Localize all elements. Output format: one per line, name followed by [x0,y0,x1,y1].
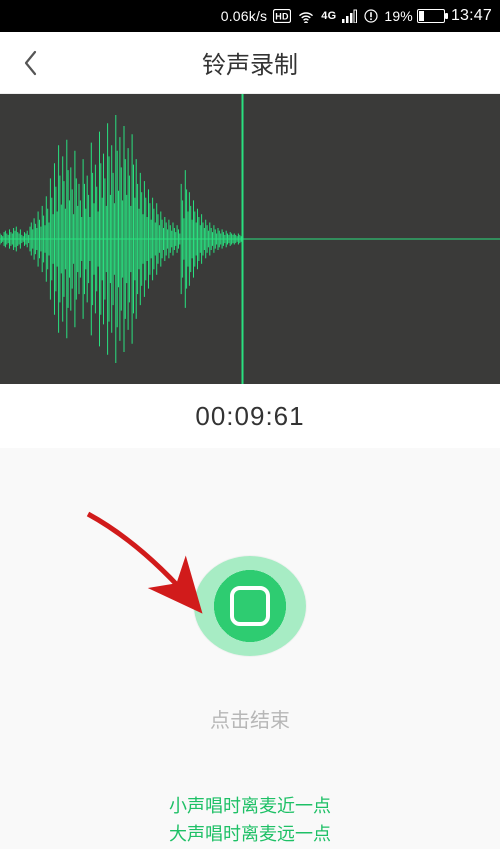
status-clock: 13:47 [451,7,492,25]
battery-indicator: 19% [384,8,445,24]
record-hint: 点击结束 [210,704,290,733]
network-4g-icon: 4G [321,10,336,22]
waveform-graphic [0,94,500,384]
recording-tips: 小声唱时离麦近一点 大声唱时离麦远一点 [169,793,331,849]
signal-icon [342,9,358,23]
stop-icon [230,586,270,626]
battery-percent: 19% [384,8,413,24]
chevron-left-icon [22,49,38,77]
hd-icon: HD [273,9,291,23]
app-bar: 铃声录制 [0,32,500,94]
stop-record-button[interactable] [194,556,306,656]
tip-line-2: 大声唱时离麦远一点 [169,821,331,849]
timer-row: 00:09:61 [0,384,500,448]
sim-alert-icon [364,9,378,23]
status-bar: 0.06k/s HD 4G 19% 13:47 [0,0,500,32]
waveform-panel [0,94,500,384]
svg-text:HD: HD [276,12,290,22]
record-area: 点击结束 小声唱时离麦近一点 大声唱时离麦远一点 [0,448,500,849]
recording-timer: 00:09:61 [195,401,304,432]
tip-line-1: 小声唱时离麦近一点 [169,793,331,821]
status-net-speed: 0.06k/s [221,8,268,24]
page-title: 铃声录制 [0,45,500,80]
back-button[interactable] [0,32,60,93]
wifi-icon [297,9,315,23]
